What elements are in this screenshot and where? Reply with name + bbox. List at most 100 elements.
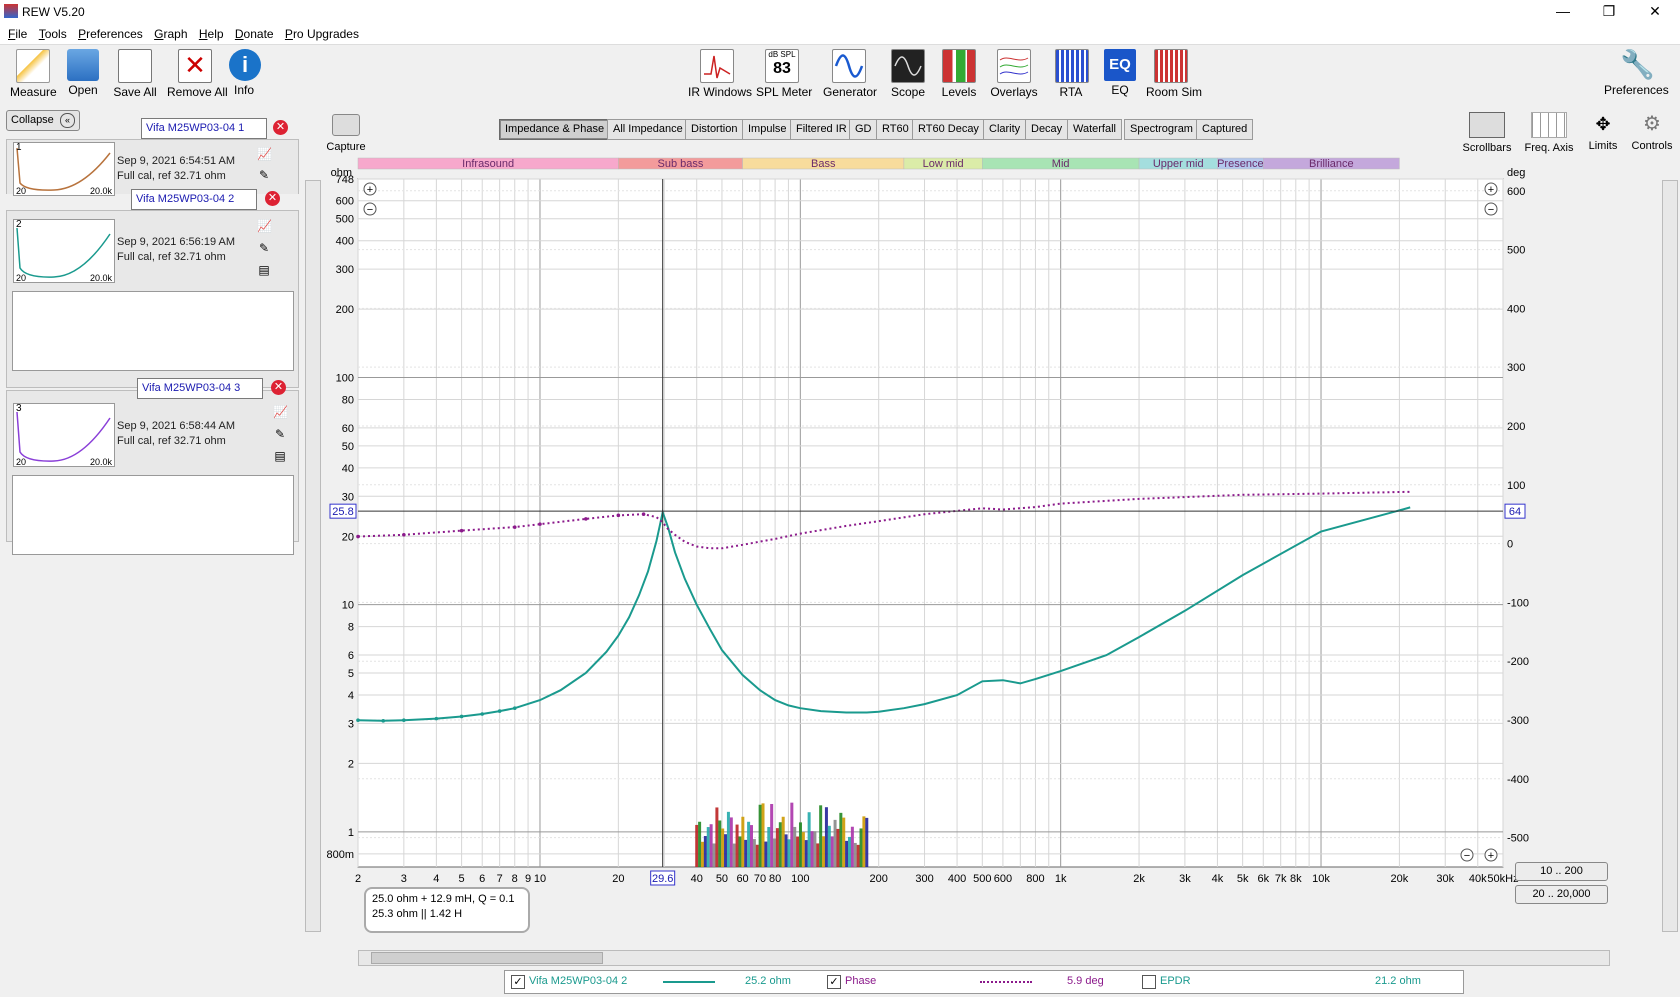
rta-button[interactable]: RTA: [1055, 49, 1089, 99]
range-10-200-button[interactable]: 10 .. 200: [1515, 862, 1608, 881]
graph-icon[interactable]: 📈: [273, 405, 288, 419]
legend-phase-value: 5.9 deg: [1067, 975, 1104, 987]
tab-impulse[interactable]: Impulse: [742, 119, 793, 140]
pen-icon[interactable]: ✎: [257, 241, 271, 255]
tab-filtered-ir[interactable]: Filtered IR: [790, 119, 853, 140]
y-left-tick-label: 300: [336, 264, 354, 276]
impedance-phase-chart[interactable]: Infrasound Sub bass Bass Low mid Mid Upper mi…: [300, 155, 1670, 955]
tab-all-impedance[interactable]: All Impedance: [607, 119, 689, 140]
bar-mark: [804, 840, 808, 867]
trace-checkbox[interactable]: ✓: [511, 975, 525, 989]
info-button[interactable]: i Info: [229, 49, 261, 97]
zoom-out-glyph: −: [1488, 204, 1494, 216]
spl-meter-button[interactable]: dB SPL 83 SPL Meter: [756, 49, 812, 99]
freq-axis-button[interactable]: Freq. Axis: [1518, 112, 1580, 154]
notes-icon[interactable]: ▤: [273, 449, 287, 463]
measurement-info-1: Sep 9, 2021 6:54:51 AM Full cal, ref 32.…: [117, 154, 235, 184]
measurement-name-3[interactable]: Vifa M25WP03-04 3: [137, 378, 263, 399]
save-all-button[interactable]: Save All: [113, 49, 157, 99]
levels-button[interactable]: Levels: [940, 49, 978, 99]
bar-mark: [793, 826, 797, 867]
close-button[interactable]: ✕: [1632, 0, 1678, 24]
thumb-lo-2: 20: [16, 273, 27, 283]
left-vertical-scrollbar[interactable]: [305, 180, 321, 932]
open-button[interactable]: Open: [66, 49, 100, 97]
bar-mark: [810, 831, 814, 867]
open-label: Open: [68, 83, 98, 97]
measurement-card-1[interactable]: Vifa M25WP03-04 1 ✕ 1 20 20.0k Sep 9, 20…: [6, 118, 299, 196]
menu-file[interactable]: File: [0, 24, 31, 44]
bar-mark: [775, 828, 779, 867]
menu-help[interactable]: Help: [195, 24, 228, 44]
overlays-button[interactable]: Overlays: [990, 49, 1038, 99]
y-right-tick-label: 0: [1507, 539, 1513, 551]
phase-checkbox[interactable]: ✓: [827, 975, 841, 989]
tab-decay[interactable]: Decay: [1025, 119, 1069, 140]
measurement-name-1[interactable]: Vifa M25WP03-04 1: [141, 118, 267, 139]
measurement-card-2[interactable]: Vifa M25WP03-04 2 ✕ 2 20 20.0k Sep 9, 20…: [6, 189, 299, 388]
menu-pro-upgrades[interactable]: Pro Upgrades: [281, 24, 363, 44]
eq-button[interactable]: EQ EQ: [1104, 49, 1136, 97]
collapse-button[interactable]: Collapse «: [6, 110, 80, 131]
ir-windows-button[interactable]: IR Windows: [688, 49, 752, 99]
controls-button[interactable]: ⚙ Controls: [1628, 112, 1676, 152]
thumb-hi-1: 20.0k: [89, 186, 112, 196]
legend-trace-value: 25.2 ohm: [745, 975, 791, 987]
x-tick-label: 9: [525, 873, 531, 885]
right-vertical-scrollbar[interactable]: [1662, 180, 1678, 932]
bar-mark: [747, 821, 751, 867]
thumb-lo-3: 20: [16, 457, 27, 467]
y-left-tick-label: 3: [348, 718, 354, 730]
graph-icon[interactable]: 📈: [257, 219, 272, 233]
y-left-tick-label: 500: [336, 214, 354, 226]
measure-button[interactable]: Measure: [10, 49, 57, 99]
measurement-name-2[interactable]: Vifa M25WP03-04 2: [131, 189, 257, 210]
maximize-button[interactable]: ❐: [1586, 0, 1632, 24]
minimize-button[interactable]: —: [1540, 0, 1586, 24]
pen-icon[interactable]: ✎: [273, 427, 287, 441]
model-line-2: 25.3 ohm || 1.42 H: [372, 908, 463, 920]
tab-impedance-phase[interactable]: Impedance & Phase: [499, 119, 611, 140]
notes-icon[interactable]: ▤: [257, 263, 271, 277]
generator-button[interactable]: Generator: [823, 49, 877, 99]
pen-icon[interactable]: ✎: [257, 168, 271, 182]
delete-icon[interactable]: ✕: [273, 120, 288, 135]
tab-rt60[interactable]: RT60: [876, 119, 915, 140]
bar-mark: [703, 836, 707, 867]
tab-distortion[interactable]: Distortion: [685, 119, 744, 140]
x-tick-label: 600: [994, 873, 1012, 885]
bar-mark: [845, 840, 849, 867]
range-20-20000-button[interactable]: 20 .. 20,000: [1515, 885, 1608, 904]
room-sim-button[interactable]: Room Sim: [1146, 49, 1202, 99]
horizontal-scrollbar[interactable]: [358, 950, 1610, 966]
remove-all-button[interactable]: ✕ Remove All: [167, 49, 228, 99]
menu-graph[interactable]: Graph: [150, 24, 191, 44]
menu-donate[interactable]: Donate: [231, 24, 278, 44]
menu-preferences[interactable]: Preferences: [74, 24, 147, 44]
y-right-tick-label: -400: [1507, 774, 1529, 786]
tab-rt60-decay[interactable]: RT60 Decay: [912, 119, 985, 140]
zoom-out-glyph: −: [1464, 850, 1470, 862]
tab-gd[interactable]: GD: [849, 119, 878, 140]
tab-waterfall[interactable]: Waterfall: [1067, 119, 1122, 140]
scope-button[interactable]: Scope: [891, 49, 925, 99]
scrollbars-button[interactable]: Scrollbars: [1457, 112, 1517, 154]
menu-tools[interactable]: Tools: [35, 24, 71, 44]
epdr-checkbox[interactable]: [1142, 975, 1156, 989]
legend-phase-label: Phase: [845, 975, 877, 987]
bar-mark: [787, 839, 791, 867]
capture-button[interactable]: Capture: [326, 114, 366, 153]
horizontal-scroll-thumb[interactable]: [371, 952, 603, 964]
delete-icon[interactable]: ✕: [265, 191, 280, 206]
measurement-notes-3[interactable]: [12, 475, 294, 555]
tab-captured[interactable]: Captured: [1196, 119, 1254, 140]
measurement-card-3[interactable]: Vifa M25WP03-04 3 ✕ 3 20 20.0k Sep 9, 20…: [6, 378, 299, 555]
preferences-button[interactable]: 🔧 Preferences: [1604, 49, 1669, 97]
graph-icon[interactable]: 📈: [257, 147, 272, 161]
tab-spectrogram[interactable]: Spectrogram: [1124, 119, 1199, 140]
delete-icon[interactable]: ✕: [271, 380, 286, 395]
limits-button[interactable]: ✥ Limits: [1582, 112, 1624, 152]
measurement-notes-2[interactable]: [12, 291, 294, 371]
tab-clarity[interactable]: Clarity: [983, 119, 1027, 140]
bar-mark: [698, 821, 702, 867]
